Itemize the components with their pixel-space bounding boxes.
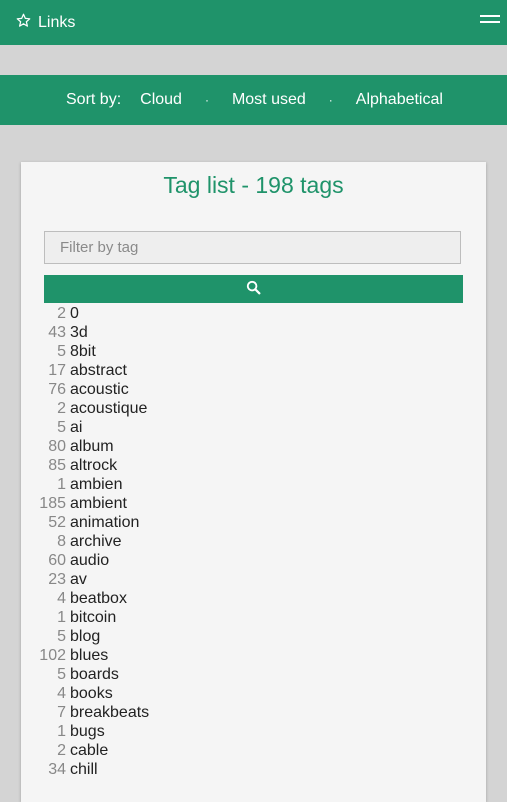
tag-count: 2 <box>57 399 66 417</box>
tag-row: 5 boards <box>21 665 486 684</box>
sort-bar: Sort by: Cloud · Most used · Alphabetica… <box>0 75 507 125</box>
search-icon <box>246 280 261 298</box>
tag-row: 4 beatbox <box>21 589 486 608</box>
sort-option-most-used[interactable]: Most used <box>232 91 306 109</box>
tag-count: 43 <box>48 323 66 341</box>
tag-row: 5 ai <box>21 418 486 437</box>
tag-link[interactable]: chill <box>70 761 98 779</box>
tag-link[interactable]: blues <box>70 647 108 665</box>
tag-count: 60 <box>48 551 66 569</box>
tag-link[interactable]: archive <box>70 533 122 551</box>
filter-by-tag-input[interactable] <box>44 231 461 264</box>
tag-row: 102 blues <box>21 646 486 665</box>
brand-link[interactable]: Links <box>16 12 75 34</box>
tag-list-title: Tag list - 198 tags <box>163 172 344 198</box>
tag-row: 34 chill <box>21 760 486 779</box>
tag-link[interactable]: boards <box>70 666 119 684</box>
tag-row: 43 3d <box>21 323 486 342</box>
tag-link[interactable]: altrock <box>70 457 117 475</box>
tag-link[interactable]: acoustic <box>70 381 129 399</box>
tag-link[interactable]: abstract <box>70 362 127 380</box>
top-navbar: Links <box>0 0 507 45</box>
tag-link[interactable]: album <box>70 438 114 456</box>
sort-separator: · <box>328 93 333 107</box>
tag-row: 185 ambient <box>21 494 486 513</box>
tag-row: 7 breakbeats <box>21 703 486 722</box>
tag-link[interactable]: 8bit <box>70 343 96 361</box>
tag-link[interactable]: beatbox <box>70 590 127 608</box>
tag-link[interactable]: ambient <box>70 495 127 513</box>
tag-link[interactable]: 0 <box>70 305 79 323</box>
tag-row: 2 cable <box>21 741 486 760</box>
tag-link[interactable]: ai <box>70 419 82 437</box>
tag-row: 8 archive <box>21 532 486 551</box>
tag-count: 23 <box>48 570 66 588</box>
tag-count: 1 <box>57 475 66 493</box>
tag-link[interactable]: blog <box>70 628 100 646</box>
tag-count: 2 <box>57 304 66 322</box>
tag-row: 1 bugs <box>21 722 486 741</box>
sort-option-cloud[interactable]: Cloud <box>140 91 182 109</box>
tag-row: 80 album <box>21 437 486 456</box>
tag-link[interactable]: ambien <box>70 476 122 494</box>
tag-count: 5 <box>57 342 66 360</box>
tag-link[interactable]: bitcoin <box>70 609 116 627</box>
tag-count: 5 <box>57 418 66 436</box>
tag-link[interactable]: 3d <box>70 324 88 342</box>
tag-list-card: Tag list - 198 tags 20433d58bit17abstrac… <box>21 162 486 802</box>
tag-count: 102 <box>39 646 66 664</box>
tag-count: 34 <box>48 760 66 778</box>
tag-count: 4 <box>57 684 66 702</box>
tag-count: 1 <box>57 608 66 626</box>
tag-row: 85 altrock <box>21 456 486 475</box>
tag-count: 5 <box>57 665 66 683</box>
tag-count: 4 <box>57 589 66 607</box>
tag-link[interactable]: audio <box>70 552 109 570</box>
tag-count: 52 <box>48 513 66 531</box>
tag-count: 185 <box>39 494 66 512</box>
tag-link[interactable]: bugs <box>70 723 105 741</box>
sort-separator: · <box>204 93 209 107</box>
tag-count: 17 <box>48 361 66 379</box>
tag-count: 7 <box>57 703 66 721</box>
tag-link[interactable]: cable <box>70 742 108 760</box>
tag-row: 52 animation <box>21 513 486 532</box>
tag-row: 76 acoustic <box>21 380 486 399</box>
tag-count: 80 <box>48 437 66 455</box>
tag-row: 2 acoustique <box>21 399 486 418</box>
tag-count: 1 <box>57 722 66 740</box>
tag-row: 5 8bit <box>21 342 486 361</box>
hamburger-menu-icon[interactable] <box>480 15 500 27</box>
tag-link[interactable]: acoustique <box>70 400 147 418</box>
sort-option-alphabetical[interactable]: Alphabetical <box>356 91 443 109</box>
star-outline-icon <box>16 13 31 33</box>
tag-link[interactable]: breakbeats <box>70 704 149 722</box>
brand-label: Links <box>38 14 76 31</box>
tag-row: 1 bitcoin <box>21 608 486 627</box>
tag-link[interactable]: books <box>70 685 113 703</box>
tag-link[interactable]: av <box>70 571 87 589</box>
tag-count: 85 <box>48 456 66 474</box>
tag-list: 2 0 43 3d 5 8bit 17 abstract 76 acoustic 2 acoustiq… <box>21 304 486 779</box>
tag-count: 8 <box>57 532 66 550</box>
tag-count: 76 <box>48 380 66 398</box>
sort-by-label: Sort by: <box>66 91 122 108</box>
tag-row: 20 <box>21 304 486 323</box>
tag-row: 5 blog <box>21 627 486 646</box>
tag-count: 2 <box>57 741 66 759</box>
tag-count: 5 <box>57 627 66 645</box>
tag-link[interactable]: animation <box>70 514 139 532</box>
tag-row: 17 abstract <box>21 361 486 380</box>
tag-row: 1 ambien <box>21 475 486 494</box>
tag-row: 4 books <box>21 684 486 703</box>
tag-row: 23 av <box>21 570 486 589</box>
tag-row: 60 audio <box>21 551 486 570</box>
search-button[interactable] <box>44 275 463 303</box>
